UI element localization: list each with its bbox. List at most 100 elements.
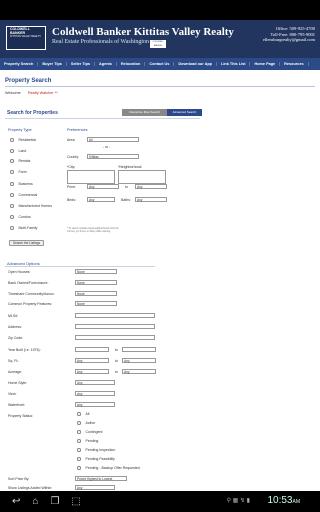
waterfront-select[interactable]: Any [75,402,115,407]
radio-icon[interactable] [77,457,81,461]
nav-buyer-tips[interactable]: Buyer Tips [38,62,67,66]
common-features-select[interactable]: None [75,301,117,306]
property-status-label: Property Status: [8,414,34,418]
price-to-label: to [125,185,128,189]
system-tray-icons: ⚲ ▦ ↯ ▮ [226,498,250,504]
county-select[interactable]: Kittitas [87,154,139,159]
radio-icon[interactable] [77,448,81,452]
address-input[interactable] [75,324,155,329]
status-option[interactable]: Active [77,421,95,425]
timeshare-label: Timeshare Community/Assoc: [8,292,55,296]
home-style-label: Home Style: [8,381,28,385]
address-label: Address: [8,325,22,329]
sqft-min-select[interactable]: Any [75,358,109,363]
nav-seller-tips[interactable]: Seller Tips [67,62,96,66]
nav-agents[interactable]: Agents [95,62,117,66]
neighborhood-list[interactable] [118,170,166,184]
radio-icon[interactable] [77,412,81,416]
added-within-select[interactable]: Any [75,485,115,490]
status-option[interactable]: Contingent [77,430,102,434]
acreage-label: Acreage: [8,370,23,374]
mls-label: MLS#: [8,314,19,318]
city-list[interactable] [67,170,115,184]
price-label: Price: [67,185,76,189]
contact-email[interactable]: ellensburgrealty@gmail.com [263,37,315,43]
status-option[interactable]: All [77,412,89,416]
property-type-heading: Property Type [8,128,32,132]
radio-icon[interactable] [10,149,14,153]
radio-icon[interactable] [77,466,81,470]
type-option[interactable]: Rentals [10,159,30,163]
nav-property-search[interactable]: Property Search [0,62,39,66]
mls-input[interactable] [75,313,155,318]
type-option[interactable]: Farm [10,170,27,174]
status-option[interactable]: Pending Inspection [77,448,115,452]
radio-icon[interactable] [10,170,14,174]
type-option[interactable]: Residential [10,138,36,142]
tab-interactive-map[interactable]: Interactive Map Search [122,109,167,116]
acreage-max-select[interactable]: Any [122,369,156,374]
sqft-max-select[interactable]: Any [122,358,156,363]
area-label: Area: [67,138,76,142]
bank-owned-select[interactable]: None [75,280,117,285]
year-built-max-input[interactable] [122,347,156,352]
main-content: Property Search Welcome Realty Watcher *… [5,78,315,490]
type-option[interactable]: Business [10,182,33,186]
home-icon[interactable]: ⌂ [32,496,38,507]
year-built-label: Year Built (i.e. 1975): [8,348,41,352]
nav-download-app[interactable]: Download our App [174,62,217,66]
radio-icon[interactable] [77,439,81,443]
nav-contact-us[interactable]: Contact Us [145,62,175,66]
logo-tag: KITTITAS VALLEY REALTY [10,35,41,38]
area-select[interactable]: All [87,137,139,142]
search-listings-button[interactable]: Search the Listings [9,240,44,246]
or-label: - or - [103,145,111,149]
status-option[interactable]: Pending - Backup Offer Requested [77,466,140,470]
welcome-user-link[interactable]: Realty Watcher ** [28,91,58,95]
status-option[interactable]: Pending Feasibility [77,457,115,461]
county-label: County: [67,155,80,159]
home-style-select[interactable]: Any [75,380,115,385]
tab-advanced-search[interactable]: Advanced Search [167,109,202,116]
nav-link-list[interactable]: Link This List [217,62,251,66]
radio-icon[interactable] [77,421,81,425]
timeshare-select[interactable]: None [75,291,117,296]
multi-select-note: * To select multiple cities/neighborhood… [67,227,119,233]
open-houses-label: Open Houses: [8,270,31,274]
type-option[interactable]: Commercial [10,193,37,197]
preferences-heading: Preferences [67,128,88,132]
type-option[interactable]: Manufactured Homes [10,204,52,208]
price-max-select[interactable]: Any [135,184,167,189]
radio-icon[interactable] [10,138,14,142]
status-option[interactable]: Pending [77,439,98,443]
page-title: Property Search [5,78,315,87]
year-built-min-input[interactable] [75,347,109,352]
radio-icon[interactable] [10,215,14,219]
view-select[interactable]: Any [75,391,115,396]
open-houses-select[interactable]: None [75,269,117,274]
nav-home-page[interactable]: Home Page [250,62,281,66]
back-icon[interactable]: ↩ [12,496,20,507]
beds-select[interactable]: Any [87,197,115,202]
brand-logo[interactable]: COLDWELL BANKER KITTITAS VALLEY REALTY [6,26,46,50]
price-min-select[interactable]: Any [87,184,119,189]
sort-select[interactable]: Priced Highest to Lowest [75,476,127,481]
divider [5,266,155,267]
radio-icon[interactable] [10,159,14,163]
recent-apps-icon[interactable]: ❐ [50,496,59,507]
nav-resources[interactable]: Resources [280,62,309,66]
type-option[interactable]: Multi-Family [10,226,37,230]
city-label: *City: [67,165,76,169]
nav-relocation[interactable]: Relocation [117,62,146,66]
radio-icon[interactable] [10,204,14,208]
radio-icon[interactable] [10,226,14,230]
type-option[interactable]: Condos [10,215,31,219]
radio-icon[interactable] [77,430,81,434]
baths-select[interactable]: Any [135,197,167,202]
radio-icon[interactable] [10,193,14,197]
radio-icon[interactable] [10,182,14,186]
screenshot-icon[interactable]: ⬚ [71,496,80,507]
acreage-min-select[interactable]: Any [75,369,109,374]
type-option[interactable]: Land [10,149,26,153]
zip-input[interactable] [75,335,155,340]
